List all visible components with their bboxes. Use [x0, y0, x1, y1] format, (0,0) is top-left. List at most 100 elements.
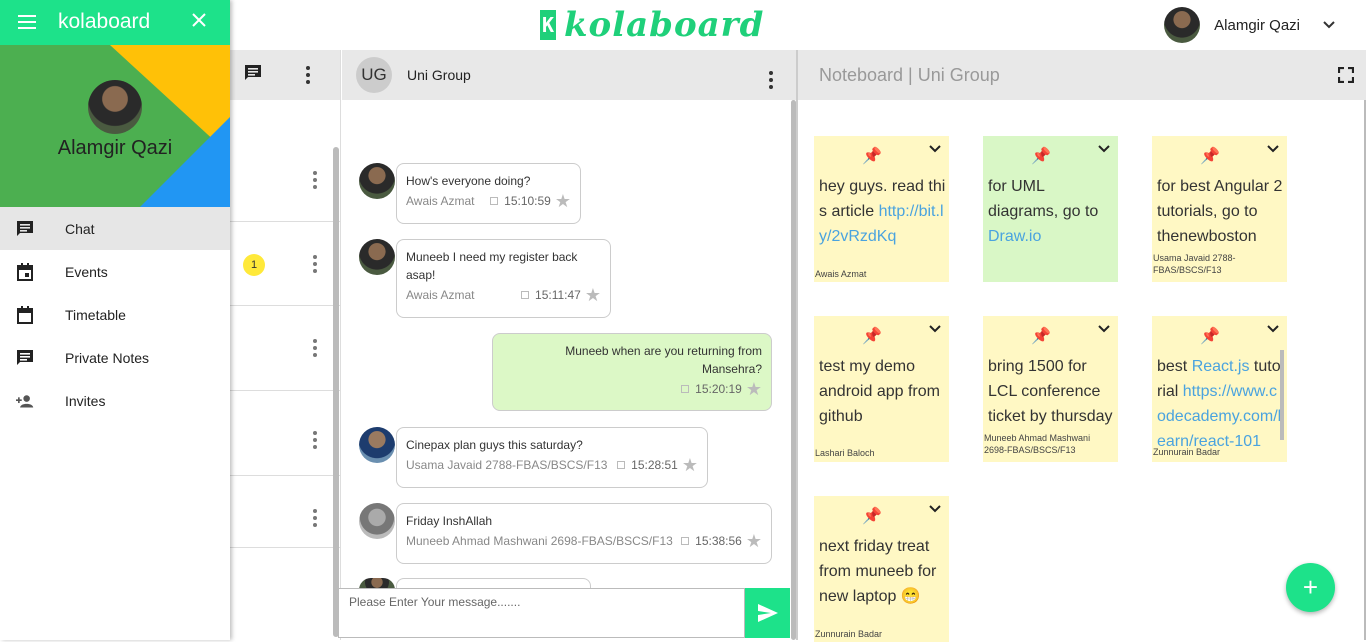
more-options-icon[interactable]: [313, 255, 317, 273]
more-options-icon[interactable]: [769, 71, 773, 89]
chat-panel: UG Uni Group How's everyone doing? Awais…: [338, 50, 796, 640]
sticky-note[interactable]: 📌 for best Angular 2 tutorials, go to th…: [1152, 136, 1287, 282]
nav-item-invites[interactable]: Invites: [0, 379, 230, 422]
noteboard-header: Noteboard | Uni Group: [798, 50, 1366, 100]
drawer-header: kolaboard: [0, 0, 230, 45]
note-link[interactable]: Draw.io: [988, 228, 1041, 245]
message-text: Friday InshAllah: [406, 514, 493, 528]
star-icon[interactable]: ★: [746, 532, 762, 550]
drawer-username: Alamgir Qazi: [57, 137, 173, 159]
note-link[interactable]: React.js: [1192, 358, 1250, 375]
conversation-item[interactable]: [230, 391, 341, 476]
calendar-icon: [16, 305, 34, 324]
chevron-down-icon[interactable]: [1098, 144, 1110, 154]
calendar-event-icon: [16, 262, 34, 281]
more-options-icon[interactable]: [313, 431, 317, 449]
message-bubble[interactable]: Cinepax plan guys this saturday? Usama J…: [396, 427, 708, 488]
message-composer: [338, 588, 790, 638]
note-text: hey guys. read this article http://bit.l…: [819, 178, 946, 245]
read-receipt-icon: [521, 291, 530, 299]
noteboard-panel: Noteboard | Uni Group 📌 hey guys. read t…: [796, 50, 1366, 642]
send-button[interactable]: [745, 588, 790, 638]
conversation-item[interactable]: [230, 476, 341, 548]
note-scrollbar[interactable]: [1280, 350, 1284, 440]
chevron-down-icon[interactable]: [1267, 144, 1279, 154]
message-bubble[interactable]: How's everyone doing? Awais Azmat 15:10:5…: [396, 163, 581, 224]
chevron-down-icon[interactable]: [929, 144, 941, 154]
sticky-note[interactable]: 📌 bring 1500 for LCL conference ticket b…: [983, 316, 1118, 462]
brand-name: kolaboard: [564, 5, 765, 45]
conversation-list: 1: [230, 50, 341, 640]
sticky-note[interactable]: 📌 best React.js tutorial https://www.cod…: [1152, 316, 1287, 462]
sticky-note[interactable]: 📌 hey guys. read this article http://bit…: [814, 136, 949, 282]
sticky-note[interactable]: 📌 test my demo android app from github L…: [814, 316, 949, 462]
read-receipt-icon: [681, 385, 690, 393]
note-author: Muneeb Ahmad Mashwani 2698-FBAS/BSCS/F13: [984, 433, 1091, 455]
close-icon[interactable]: [192, 10, 206, 33]
chevron-down-icon[interactable]: [929, 324, 941, 334]
more-options-icon[interactable]: [306, 66, 310, 84]
pin-icon: 📌: [1031, 328, 1051, 345]
own-message-bubble[interactable]: Muneeb when are you returning from Manse…: [492, 333, 772, 411]
nav-item-events[interactable]: Events: [0, 250, 230, 293]
note-text: for UML diagrams, go to Draw.io: [988, 178, 1099, 245]
sender-avatar: [359, 163, 395, 199]
notes-icon: [16, 349, 34, 367]
chevron-down-icon[interactable]: [1098, 324, 1110, 334]
more-options-icon[interactable]: [313, 509, 317, 527]
pin-icon: 📌: [862, 328, 882, 345]
message-text: How's everyone doing?: [406, 174, 531, 188]
user-menu[interactable]: Alamgir Qazi: [1164, 7, 1336, 43]
star-icon[interactable]: ★: [555, 192, 571, 210]
nav-list: Chat Events Timetable Private Notes Invi…: [0, 207, 230, 422]
unread-badge: 1: [243, 254, 265, 276]
star-icon[interactable]: ★: [585, 286, 601, 304]
message-time: 15:11:47: [535, 288, 581, 302]
sender-avatar: [359, 239, 395, 275]
pin-icon: 📌: [1031, 148, 1051, 165]
conversation-item[interactable]: [230, 306, 341, 391]
conversation-item[interactable]: 1: [230, 222, 341, 306]
noteboard-title: Noteboard | Uni Group: [819, 64, 1000, 85]
chevron-down-icon[interactable]: [1322, 18, 1336, 32]
more-options-icon[interactable]: [313, 171, 317, 189]
message-input[interactable]: [338, 588, 745, 638]
user-name: Alamgir Qazi: [1214, 16, 1300, 34]
hamburger-menu-icon[interactable]: [18, 12, 36, 35]
group-name: Uni Group: [407, 67, 471, 83]
note-author: Zunnurain Badar: [815, 629, 883, 639]
star-icon[interactable]: ★: [682, 456, 698, 474]
nav-item-private-notes[interactable]: Private Notes: [0, 336, 230, 379]
nav-item-label: Events: [65, 263, 108, 280]
note-author: Usama Javaid 2788-FBAS/BSCS/F13: [1153, 253, 1236, 275]
message-time: 15:10:59: [504, 194, 551, 208]
plus-icon: +: [1302, 572, 1319, 602]
more-options-icon[interactable]: [313, 339, 317, 357]
nav-item-chat[interactable]: Chat: [0, 207, 230, 250]
pin-icon: 📌: [862, 508, 882, 525]
new-chat-icon[interactable]: [244, 64, 262, 87]
pin-icon: 📌: [1200, 148, 1220, 165]
nav-drawer: kolaboard Alamgir Qazi Chat Events Timet…: [0, 0, 230, 640]
chevron-down-icon[interactable]: [929, 504, 941, 514]
scrollbar[interactable]: [333, 147, 339, 637]
message-author: Awais Azmat: [406, 194, 475, 208]
add-note-button[interactable]: +: [1286, 563, 1335, 612]
star-icon[interactable]: ★: [746, 380, 762, 398]
fullscreen-icon[interactable]: [1338, 67, 1354, 83]
pin-icon: 📌: [1200, 328, 1220, 345]
message-author: Awais Azmat: [406, 288, 475, 302]
conversation-item[interactable]: [230, 138, 341, 222]
sticky-note[interactable]: 📌 next friday treat from muneeb for new …: [814, 496, 949, 642]
message-text: Cinepax plan guys this saturday?: [406, 438, 583, 452]
message-bubble[interactable]: Friday InshAllah Muneeb Ahmad Mashwani 2…: [396, 503, 772, 564]
nav-item-timetable[interactable]: Timetable: [0, 293, 230, 336]
brand-logo[interactable]: K kolaboard: [540, 5, 765, 45]
chevron-down-icon[interactable]: [1267, 324, 1279, 334]
message-bubble[interactable]: Muneeb I need my register back asap! Awa…: [396, 239, 611, 318]
message-time: 15:28:51: [631, 458, 678, 472]
group-avatar[interactable]: UG: [356, 57, 392, 93]
sticky-note[interactable]: 📌 for UML diagrams, go to Draw.io: [983, 136, 1118, 282]
nav-item-label: Timetable: [65, 306, 126, 323]
drawer-title: kolaboard: [58, 10, 151, 33]
